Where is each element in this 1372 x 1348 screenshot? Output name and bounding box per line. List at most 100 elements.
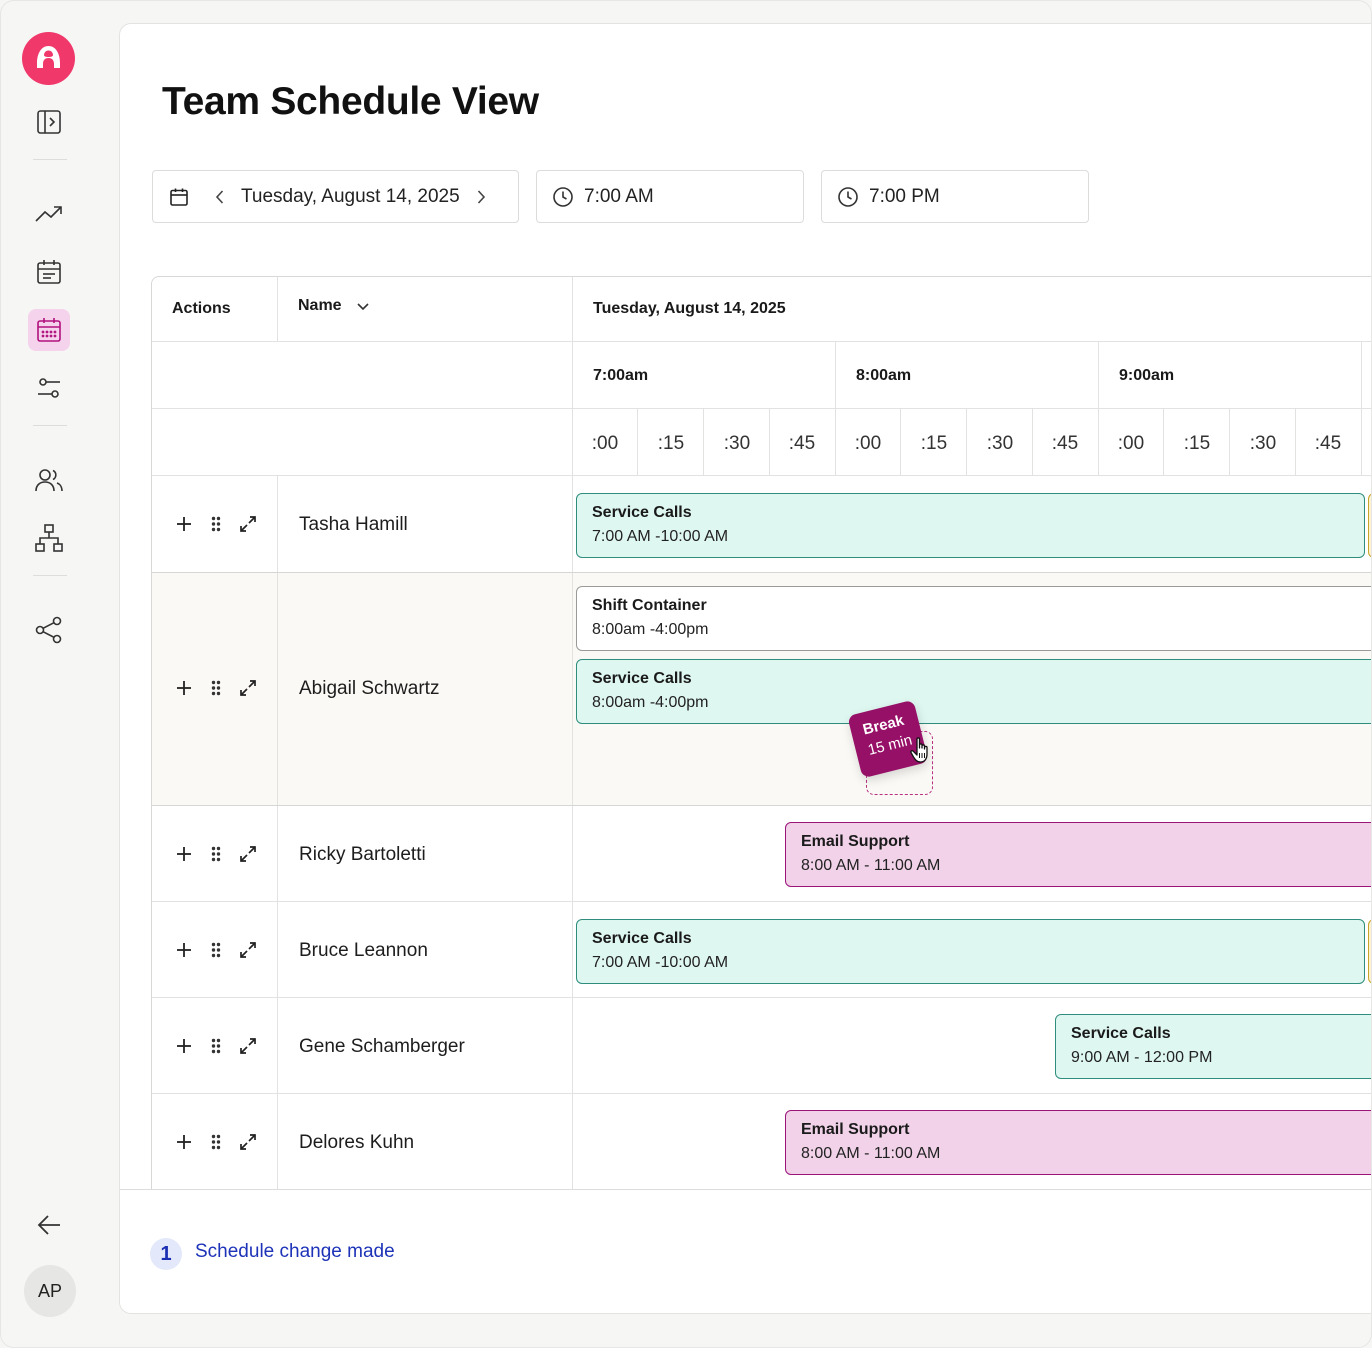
quarter-label: :00 [1117, 433, 1145, 454]
end-time-value: 7:00 PM [869, 185, 940, 207]
shift-block[interactable] [1368, 919, 1371, 984]
plus-icon[interactable] [174, 940, 194, 960]
expand-icon[interactable] [238, 940, 258, 960]
expand-icon[interactable] [238, 1132, 258, 1152]
back-arrow-icon[interactable] [28, 1204, 70, 1246]
divider [1098, 341, 1099, 408]
plus-icon[interactable] [174, 844, 194, 864]
drag-handle-icon[interactable] [206, 514, 226, 534]
panel-expand-icon[interactable] [28, 101, 70, 143]
org-chart-icon[interactable] [28, 517, 70, 559]
drag-handle-icon[interactable] [206, 1132, 226, 1152]
expand-icon[interactable] [238, 514, 258, 534]
divider [152, 408, 572, 409]
calendar-icon[interactable] [28, 309, 70, 351]
drag-handle-icon[interactable] [206, 678, 226, 698]
quarter-label: :30 [723, 433, 751, 454]
sliders-icon[interactable] [28, 367, 70, 409]
shift-time: 8:00 AM - 11:00 AM [801, 1145, 941, 1162]
shift-block[interactable]: Email Support 8:00 AM - 11:00 AM [785, 822, 1371, 887]
main-panel: Team Schedule View Tuesday, August 14, 2… [119, 23, 1371, 1314]
shift-block[interactable] [1368, 493, 1371, 558]
quarter-label: :30 [1249, 433, 1277, 454]
divider [1361, 408, 1362, 475]
shift-title: Service Calls [1071, 1025, 1171, 1042]
employee-name: Bruce Leannon [299, 940, 428, 961]
quarter-label: :15 [657, 433, 685, 454]
sidebar-divider [33, 425, 67, 426]
shift-block[interactable]: Service Calls 7:00 AM -10:00 AM [576, 493, 1365, 558]
hour-label: 8:00am [856, 367, 912, 384]
users-icon[interactable] [28, 459, 70, 501]
shift-block[interactable]: Service Calls 8:00am -4:00pm [576, 659, 1371, 724]
row-actions [174, 678, 258, 698]
divider [277, 998, 278, 1094]
name-column-header[interactable]: Name [298, 297, 370, 315]
shift-block[interactable]: Service Calls 9:00 AM - 12:00 PM [1055, 1014, 1371, 1079]
drag-handle-icon[interactable] [206, 940, 226, 960]
table-row: Ricky Bartoletti Email Support 8:00 AM -… [152, 806, 1371, 902]
clock-icon [552, 186, 574, 208]
schedule-list-icon[interactable] [28, 251, 70, 293]
hour-label: 9:00am [1119, 367, 1175, 384]
shift-time: 7:00 AM -10:00 AM [592, 528, 729, 545]
quarter-label: :45 [1314, 433, 1342, 454]
divider [572, 573, 573, 806]
trending-icon[interactable] [28, 193, 70, 235]
sidebar-divider [33, 159, 67, 160]
chevron-left-icon[interactable] [215, 189, 225, 205]
divider [277, 277, 278, 341]
employee-name: Gene Schamberger [299, 1036, 465, 1057]
plus-icon[interactable] [174, 1132, 194, 1152]
divider [277, 1094, 278, 1190]
end-time-field[interactable]: 7:00 PM [821, 170, 1089, 223]
employee-name: Delores Kuhn [299, 1132, 415, 1153]
share-icon[interactable] [28, 609, 70, 651]
date-picker[interactable]: Tuesday, August 14, 2025 [152, 170, 519, 223]
start-time-field[interactable]: 7:00 AM [536, 170, 804, 223]
date-value: Tuesday, August 14, 2025 [241, 185, 460, 207]
expand-icon[interactable] [238, 678, 258, 698]
quarter-label: :30 [986, 433, 1014, 454]
page-title: Team Schedule View [162, 80, 539, 123]
table-row: Tasha Hamill Service Calls 7:00 AM -10:0… [152, 476, 1371, 573]
quarter-label: :00 [854, 433, 882, 454]
shift-title: Service Calls [592, 670, 692, 687]
logo-icon[interactable] [22, 32, 75, 85]
table-row: Delores Kuhn Email Support 8:00 AM - 11:… [152, 1094, 1371, 1190]
divider [277, 806, 278, 902]
date-column-header: Tuesday, August 14, 2025 [593, 300, 786, 317]
divider [1361, 341, 1362, 408]
table-row: Abigail Schwartz Shift Container 8:00am … [152, 573, 1371, 806]
row-actions [174, 1036, 258, 1056]
shift-time: 9:00 AM - 12:00 PM [1071, 1049, 1213, 1066]
app-frame: AP Team Schedule View Tuesday, August 14… [0, 0, 1372, 1348]
shift-block[interactable]: Service Calls 7:00 AM -10:00 AM [576, 919, 1365, 984]
drag-handle-icon[interactable] [206, 1036, 226, 1056]
sidebar: AP [1, 1, 97, 1347]
shift-title: Service Calls [592, 930, 692, 947]
shift-title: Email Support [801, 833, 910, 850]
expand-icon[interactable] [238, 844, 258, 864]
expand-icon[interactable] [238, 1036, 258, 1056]
shift-time: 8:00am -4:00pm [592, 694, 709, 711]
shift-time: 7:00 AM -10:00 AM [592, 954, 729, 971]
clock-icon [837, 186, 859, 208]
plus-icon[interactable] [174, 678, 194, 698]
shift-container-block[interactable]: Shift Container 8:00am -4:00pm [576, 586, 1371, 651]
employee-name: Ricky Bartoletti [299, 844, 426, 865]
table-row: Bruce Leannon Service Calls 7:00 AM -10:… [152, 902, 1371, 998]
shift-title: Email Support [801, 1121, 910, 1138]
plus-icon[interactable] [174, 514, 194, 534]
quarter-label: :45 [788, 433, 816, 454]
drag-handle-icon[interactable] [206, 844, 226, 864]
row-actions [174, 1132, 258, 1152]
chevron-right-icon[interactable] [476, 189, 486, 205]
quarter-label: :45 [1051, 433, 1079, 454]
shift-block[interactable]: Email Support 8:00 AM - 11:00 AM [785, 1110, 1371, 1175]
plus-icon[interactable] [174, 1036, 194, 1056]
divider [835, 341, 836, 408]
schedule-change-link[interactable]: Schedule change made [195, 1241, 395, 1263]
row-actions [174, 514, 258, 534]
avatar[interactable]: AP [24, 1265, 76, 1317]
